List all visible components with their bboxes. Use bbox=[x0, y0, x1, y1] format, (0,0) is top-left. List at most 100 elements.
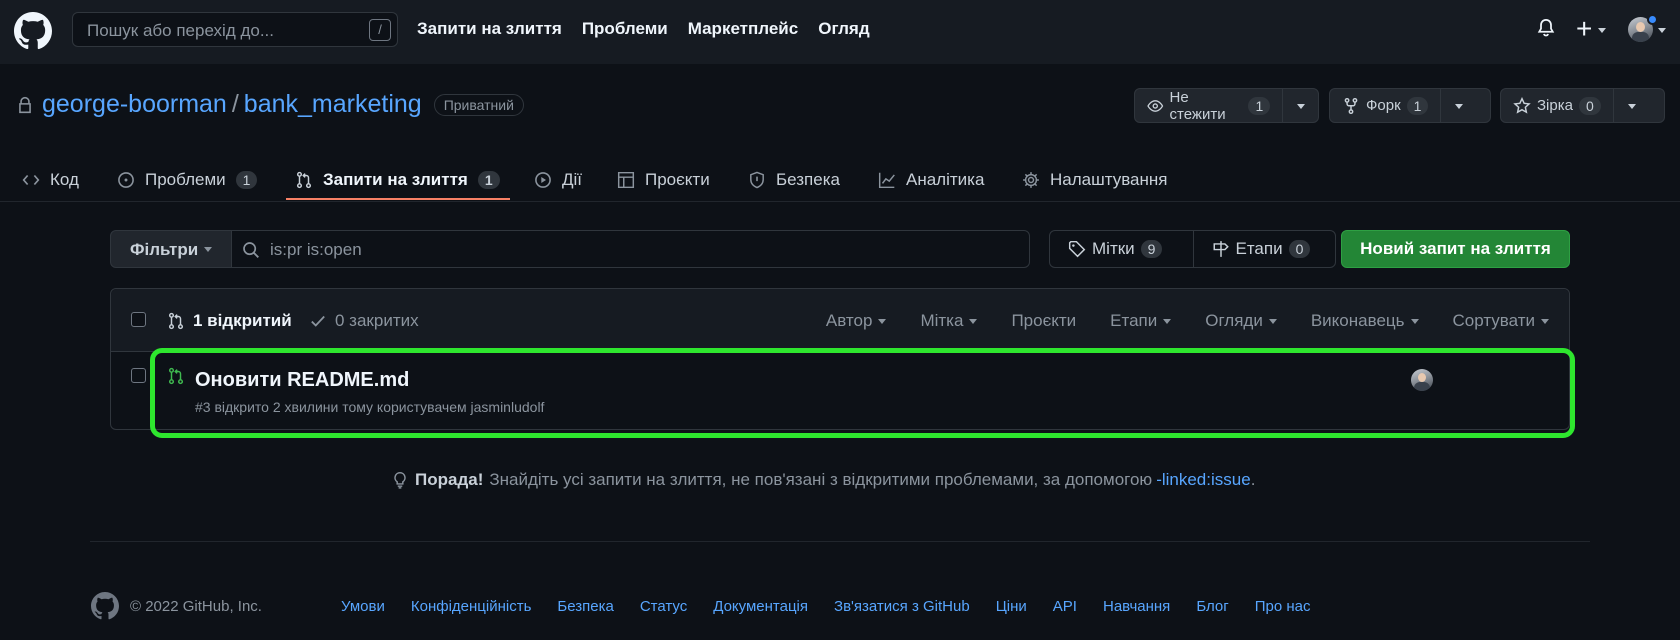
tab-actions[interactable]: Дії bbox=[534, 160, 582, 200]
top-nav-issues[interactable]: Проблеми bbox=[582, 19, 668, 39]
repo-tabs: Код Проблеми 1 Запити на злиття 1 Дії Пр… bbox=[0, 148, 1680, 202]
fork-count: 1 bbox=[1406, 96, 1429, 115]
closed-count-label: 0 закритих bbox=[335, 311, 419, 330]
code-icon bbox=[22, 174, 40, 186]
eye-icon bbox=[1147, 99, 1164, 112]
fork-label: Форк bbox=[1366, 97, 1401, 114]
top-nav-explore[interactable]: Огляд bbox=[818, 19, 869, 39]
new-pull-request-button[interactable]: Новий запит на злиття bbox=[1341, 230, 1570, 268]
repo-name-link[interactable]: bank_marketing bbox=[244, 90, 422, 119]
milestones-filter[interactable]: Етапи bbox=[1110, 311, 1172, 331]
tab-security-label: Безпека bbox=[776, 170, 840, 189]
footer-link-contact[interactable]: Зв'язатися з GitHub bbox=[834, 598, 970, 615]
fork-button[interactable]: Форк 1 bbox=[1330, 89, 1440, 122]
fork-dropdown-button[interactable] bbox=[1440, 89, 1478, 122]
projects-filter[interactable]: Проєкти bbox=[1011, 311, 1076, 331]
copyright: © 2022 GitHub, Inc. bbox=[130, 598, 262, 615]
footer-link-blog[interactable]: Блог bbox=[1196, 598, 1228, 615]
footer-link-api[interactable]: API bbox=[1053, 598, 1077, 615]
tab-security[interactable]: Безпека bbox=[748, 160, 840, 200]
reviews-filter[interactable]: Огляди bbox=[1205, 311, 1277, 331]
repo-owner-link[interactable]: george-boorman bbox=[42, 90, 227, 119]
star-label: Зірка bbox=[1537, 97, 1573, 114]
chevron-down-icon bbox=[1297, 104, 1306, 109]
tab-projects[interactable]: Проєкти bbox=[617, 160, 710, 200]
row-checkbox[interactable] bbox=[131, 368, 146, 383]
star-dropdown-button[interactable] bbox=[1612, 89, 1651, 122]
footer-link-about[interactable]: Про нас bbox=[1255, 598, 1311, 615]
protip-link[interactable]: -linked:issue bbox=[1156, 470, 1251, 489]
select-all-checkbox[interactable] bbox=[131, 312, 146, 327]
search-icon bbox=[243, 242, 259, 258]
pull-request-icon bbox=[296, 171, 312, 189]
star-count: 0 bbox=[1578, 96, 1601, 115]
open-filter[interactable]: 1 відкритий bbox=[167, 311, 292, 331]
assignee-filter[interactable]: Виконавець bbox=[1311, 311, 1419, 331]
fork-icon bbox=[1344, 97, 1358, 114]
top-header: Пошук або перехід до... / Запити на злит… bbox=[0, 0, 1680, 64]
bell-icon[interactable] bbox=[1536, 18, 1556, 38]
table-icon bbox=[617, 171, 635, 189]
light-bulb-icon bbox=[394, 471, 406, 489]
github-logo-icon[interactable] bbox=[14, 12, 52, 50]
filter-query: is:pr is:open bbox=[270, 240, 362, 259]
footer-link-status[interactable]: Статус bbox=[640, 598, 687, 615]
footer-link-privacy[interactable]: Конфіденційність bbox=[411, 598, 532, 615]
protip-text: Знайдіть усі запити на злиття, не пов'яз… bbox=[489, 470, 1153, 489]
tab-pull-requests-count: 1 bbox=[477, 171, 500, 189]
graph-icon bbox=[878, 172, 895, 189]
footer-link-terms[interactable]: Умови bbox=[341, 598, 385, 615]
footer-links: Умови Конфіденційність Безпека Статус До… bbox=[341, 598, 1311, 615]
labels-button[interactable]: Мітки 9 bbox=[1050, 231, 1193, 267]
check-icon bbox=[311, 315, 325, 327]
top-nav-marketplace[interactable]: Маркетплейс bbox=[688, 19, 798, 39]
closed-filter[interactable]: 0 закритих bbox=[309, 311, 419, 331]
tab-issues[interactable]: Проблеми 1 bbox=[117, 160, 258, 200]
create-new-icon[interactable]: + bbox=[1576, 15, 1592, 43]
watch-dropdown-button[interactable] bbox=[1282, 89, 1318, 122]
pull-request-icon bbox=[168, 312, 184, 330]
label-filter-label: Мітка bbox=[920, 311, 964, 330]
chevron-down-icon bbox=[969, 318, 978, 324]
filters-button[interactable]: Фільтри bbox=[110, 230, 232, 268]
filters-button-label: Фільтри bbox=[130, 240, 199, 259]
sort-filter-label: Сортувати bbox=[1452, 311, 1536, 330]
sort-filter[interactable]: Сортувати bbox=[1452, 311, 1549, 331]
search-input[interactable]: Пошук або перехід до... / bbox=[72, 12, 398, 47]
watch-count: 1 bbox=[1248, 96, 1271, 115]
top-nav-pull-requests[interactable]: Запити на злиття bbox=[417, 19, 562, 39]
footer-link-pricing[interactable]: Ціни bbox=[996, 598, 1027, 615]
tab-code[interactable]: Код bbox=[22, 160, 79, 200]
create-new-caret-icon bbox=[1598, 28, 1606, 33]
chevron-down-icon bbox=[1163, 318, 1172, 324]
footer-link-security[interactable]: Безпека bbox=[557, 598, 613, 615]
notification-dot bbox=[1647, 14, 1658, 25]
footer-link-docs[interactable]: Документація bbox=[713, 598, 808, 615]
milestone-icon bbox=[1213, 241, 1229, 257]
shield-icon bbox=[750, 171, 764, 189]
milestones-label: Етапи bbox=[1235, 239, 1283, 258]
lock-icon bbox=[19, 96, 31, 114]
milestones-button[interactable]: Етапи 0 bbox=[1192, 231, 1336, 267]
tab-insights[interactable]: Аналітика bbox=[878, 160, 984, 200]
author-filter[interactable]: Автор bbox=[826, 311, 887, 331]
play-icon bbox=[535, 172, 551, 188]
highlight-outline bbox=[150, 348, 1575, 438]
tab-projects-label: Проєкти bbox=[645, 170, 710, 189]
github-logo-icon[interactable] bbox=[91, 592, 119, 620]
star-button[interactable]: Зірка 0 bbox=[1501, 89, 1613, 122]
tab-settings[interactable]: Налаштування bbox=[1022, 160, 1168, 200]
chevron-down-icon bbox=[1268, 318, 1277, 324]
labels-label: Мітки bbox=[1092, 239, 1135, 258]
label-filter[interactable]: Мітка bbox=[920, 311, 978, 331]
search-placeholder: Пошук або перехід до... bbox=[87, 21, 274, 40]
tab-pull-requests[interactable]: Запити на злиття 1 bbox=[295, 160, 500, 200]
chevron-down-icon bbox=[1455, 104, 1464, 109]
chevron-down-icon bbox=[878, 318, 887, 324]
footer-link-training[interactable]: Навчання bbox=[1103, 598, 1170, 615]
watch-button[interactable]: Не стежити 1 bbox=[1135, 89, 1282, 123]
milestones-count: 0 bbox=[1288, 240, 1311, 258]
star-button-group: Зірка 0 bbox=[1500, 88, 1665, 123]
filter-search-input[interactable]: is:pr is:open bbox=[231, 230, 1030, 268]
user-menu-caret-icon bbox=[1658, 28, 1666, 33]
